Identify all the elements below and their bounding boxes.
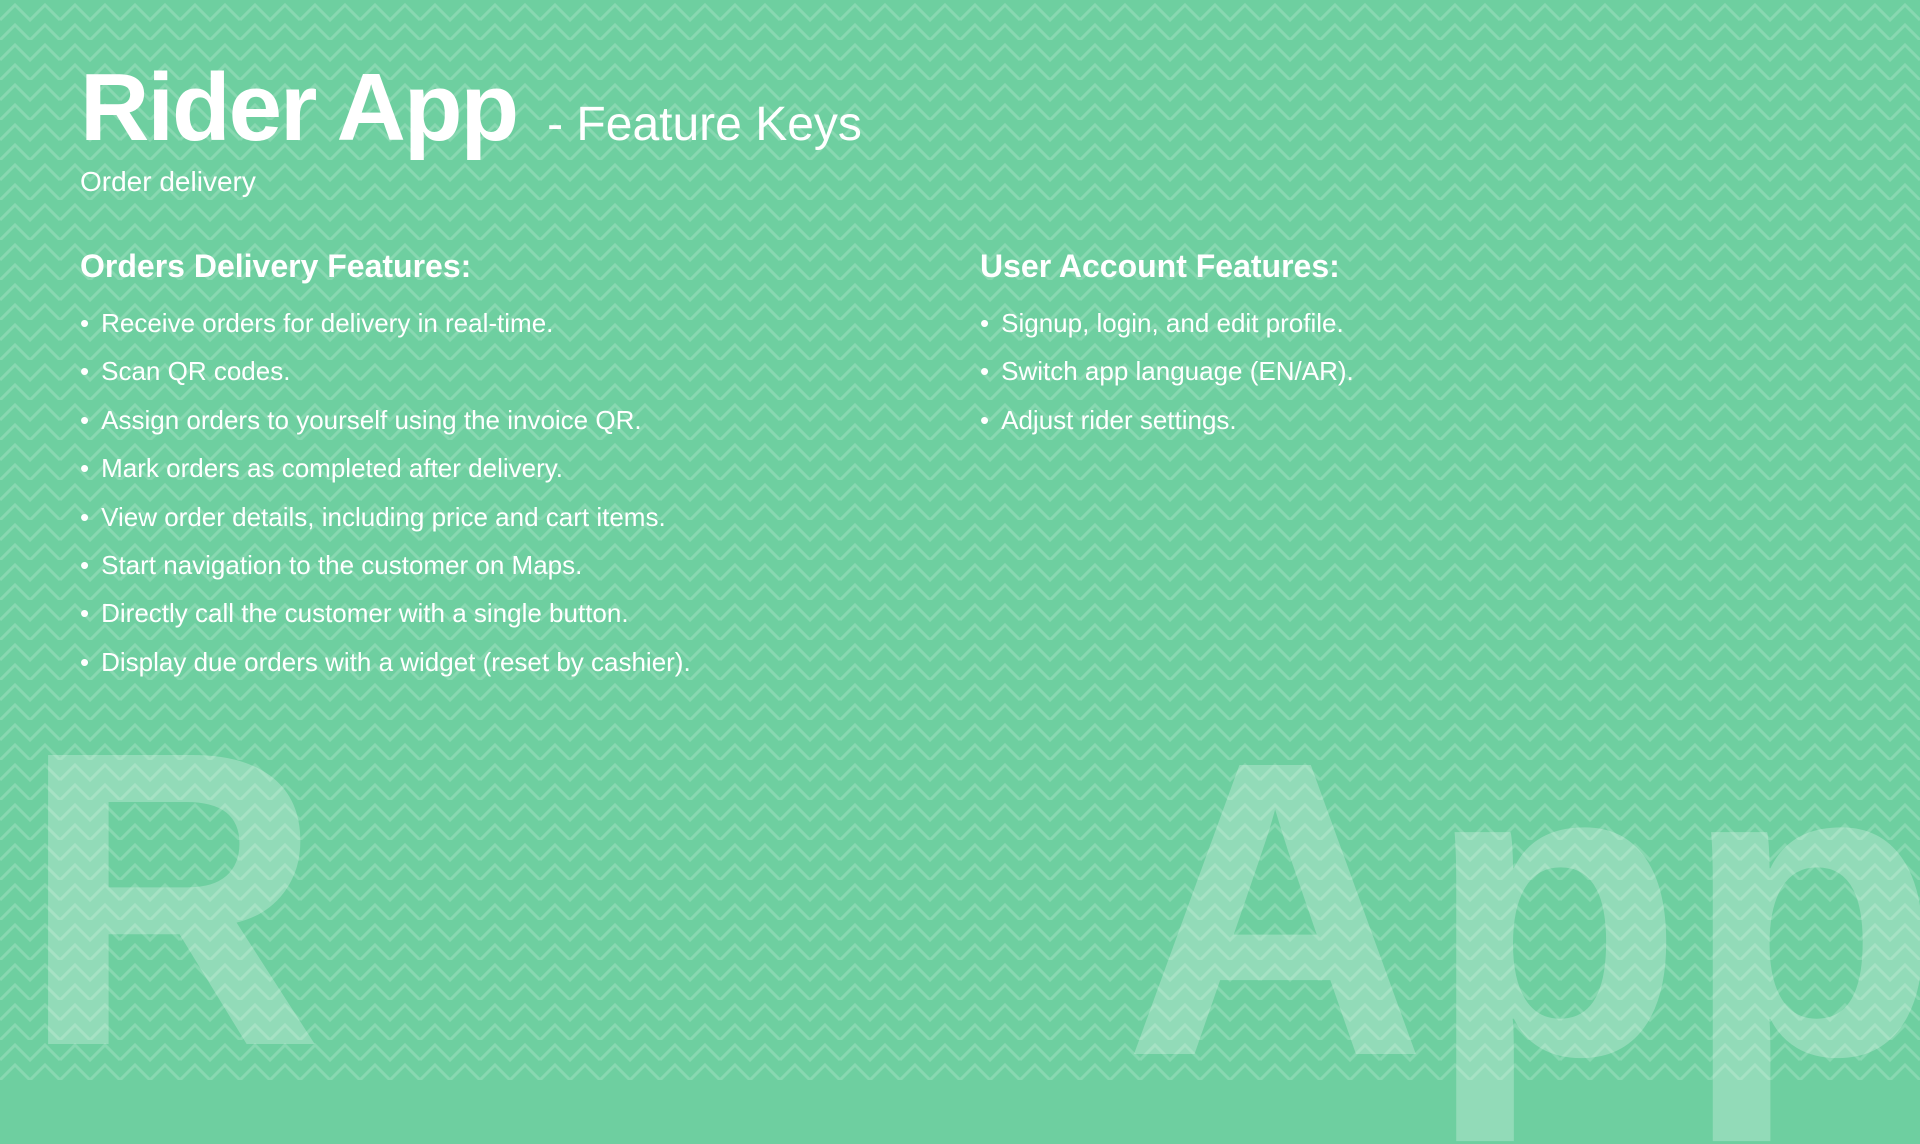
user-account-heading: User Account Features:: [980, 248, 1840, 285]
list-item: Start navigation to the customer on Maps…: [80, 547, 940, 583]
list-item: Adjust rider settings.: [980, 402, 1840, 438]
bg-letter-r: R: [20, 690, 323, 1110]
list-item: Assign orders to yourself using the invo…: [80, 402, 940, 438]
order-delivery-subtitle: Order delivery: [80, 166, 1840, 198]
app-title: Rider App: [80, 60, 517, 156]
feature-keys-subtitle: - Feature Keys: [547, 97, 862, 152]
list-item: Mark orders as completed after delivery.: [80, 450, 940, 486]
header: Rider App - Feature Keys: [80, 60, 1840, 156]
orders-delivery-list: Receive orders for delivery in real-time…: [80, 305, 940, 680]
list-item: Receive orders for delivery in real-time…: [80, 305, 940, 341]
orders-delivery-section: Orders Delivery Features: Receive orders…: [80, 248, 940, 692]
list-item: Signup, login, and edit profile.: [980, 305, 1840, 341]
bg-letter-app: App: [1124, 700, 1920, 1120]
list-item: Display due orders with a widget (reset …: [80, 644, 940, 680]
features-grid: Orders Delivery Features: Receive orders…: [80, 248, 1840, 692]
user-account-list: Signup, login, and edit profile. Switch a…: [980, 305, 1840, 438]
orders-delivery-heading: Orders Delivery Features:: [80, 248, 940, 285]
user-account-section: User Account Features: Signup, login, an…: [980, 248, 1840, 692]
list-item: Switch app language (EN/AR).: [980, 353, 1840, 389]
list-item: Directly call the customer with a single…: [80, 595, 940, 631]
main-content: Rider App - Feature Keys Order delivery …: [0, 0, 1920, 732]
list-item: Scan QR codes.: [80, 353, 940, 389]
list-item: View order details, including price and …: [80, 499, 940, 535]
